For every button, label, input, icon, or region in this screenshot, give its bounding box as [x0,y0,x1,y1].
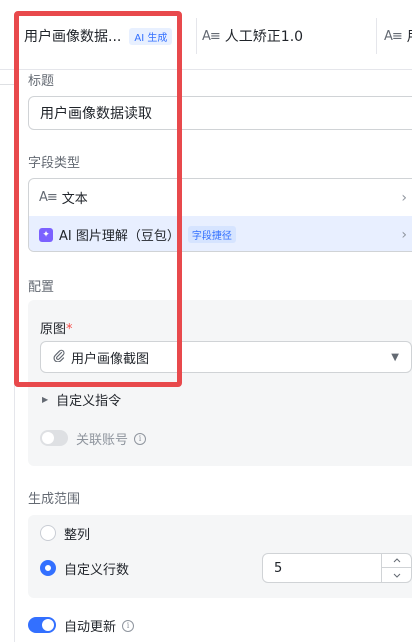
chevron-right-icon: › [401,226,407,243]
step-up-button[interactable] [382,554,412,568]
tab-manual-correction[interactable]: A≡ 人工矫正1.0 [202,18,303,54]
radio-whole-column[interactable] [40,525,56,541]
field-type-label: 字段类型 [28,156,81,171]
radio-custom-rows[interactable] [40,560,56,576]
tab-label: 人工矫正1.0 [224,29,304,45]
auto-update-label: 自动更新 i [64,616,135,635]
rows-stepper[interactable]: 5 [262,553,412,583]
caret-right-icon: ▶ [42,395,49,404]
tab-separator [376,18,377,54]
text-field-icon: A≡ [39,190,58,205]
link-account-switch[interactable] [40,430,68,446]
paperclip-icon [53,349,65,366]
gutter-line [0,84,14,85]
link-account-label-text: 关联账号 [76,433,129,448]
title-label: 标题 [28,74,55,89]
auto-update-switch[interactable] [28,617,56,633]
text-field-icon: A≡ [384,28,403,44]
ai-icon: ✦ [39,227,53,242]
title-input-value: 用户画像数据读取 [40,106,152,122]
tab-next[interactable]: A≡ 用 [384,18,412,54]
tab-label: 用户画像数据... [24,29,122,45]
step-down-button[interactable] [382,568,412,582]
origin-image-label: 原图* [40,318,73,337]
tab-label: 用 [407,26,412,46]
field-type-option-text[interactable]: A≡ 文本 › [29,179,412,216]
field-tabs: 用户画像数据... AI 生成 A≡ 人工矫正1.0 A≡ 用 [0,0,412,70]
origin-image-select[interactable]: 用户画像截图 ▼ [40,341,412,373]
ai-generate-badge: AI 生成 [129,27,173,45]
field-type-option-label: 文本 [61,192,88,207]
text-field-icon: A≡ [202,28,221,44]
auto-update-label-text: 自动更新 [64,620,117,635]
info-icon[interactable]: i [122,619,135,632]
title-input[interactable]: 用户画像数据读取 [28,96,412,130]
info-icon[interactable]: i [134,432,147,445]
field-config-panel: 用户画像数据... AI 生成 A≡ 人工矫正1.0 A≡ 用 标题 用户画像数… [0,0,412,642]
dropdown-arrow-icon: ▼ [391,351,399,363]
link-account-label: 关联账号 i [76,429,147,448]
radio-custom-rows-label: 自定义行数 [64,563,130,578]
field-type-option-ai-image[interactable]: ✦ AI 图片理解（豆包） 字段捷径 › [29,216,412,251]
switch-knob [42,432,54,444]
stepper-buttons [381,554,412,582]
custom-command-label: 自定义指令 [56,394,122,409]
origin-image-label-text: 原图 [40,322,67,337]
switch-knob [42,619,54,631]
required-mark: * [66,322,73,337]
field-type-list: A≡ 文本 › ✦ AI 图片理解（豆包） 字段捷径 › [28,178,412,252]
config-label: 配置 [28,280,55,295]
rows-stepper-value: 5 [274,561,283,576]
origin-image-value: 用户画像截图 [71,351,150,367]
range-label: 生成范围 [28,492,81,507]
field-type-option-label: AI 图片理解（豆包） [59,229,180,244]
tab-user-profile[interactable]: 用户画像数据... AI 生成 [24,18,173,54]
field-shortcut-tag: 字段捷径 [187,226,236,243]
custom-command-toggle[interactable]: ▶ 自定义指令 [42,390,121,409]
left-divider [14,0,15,642]
tab-separator [196,18,197,54]
radio-whole-column-label: 整列 [64,528,91,543]
chevron-right-icon: › [401,189,407,206]
